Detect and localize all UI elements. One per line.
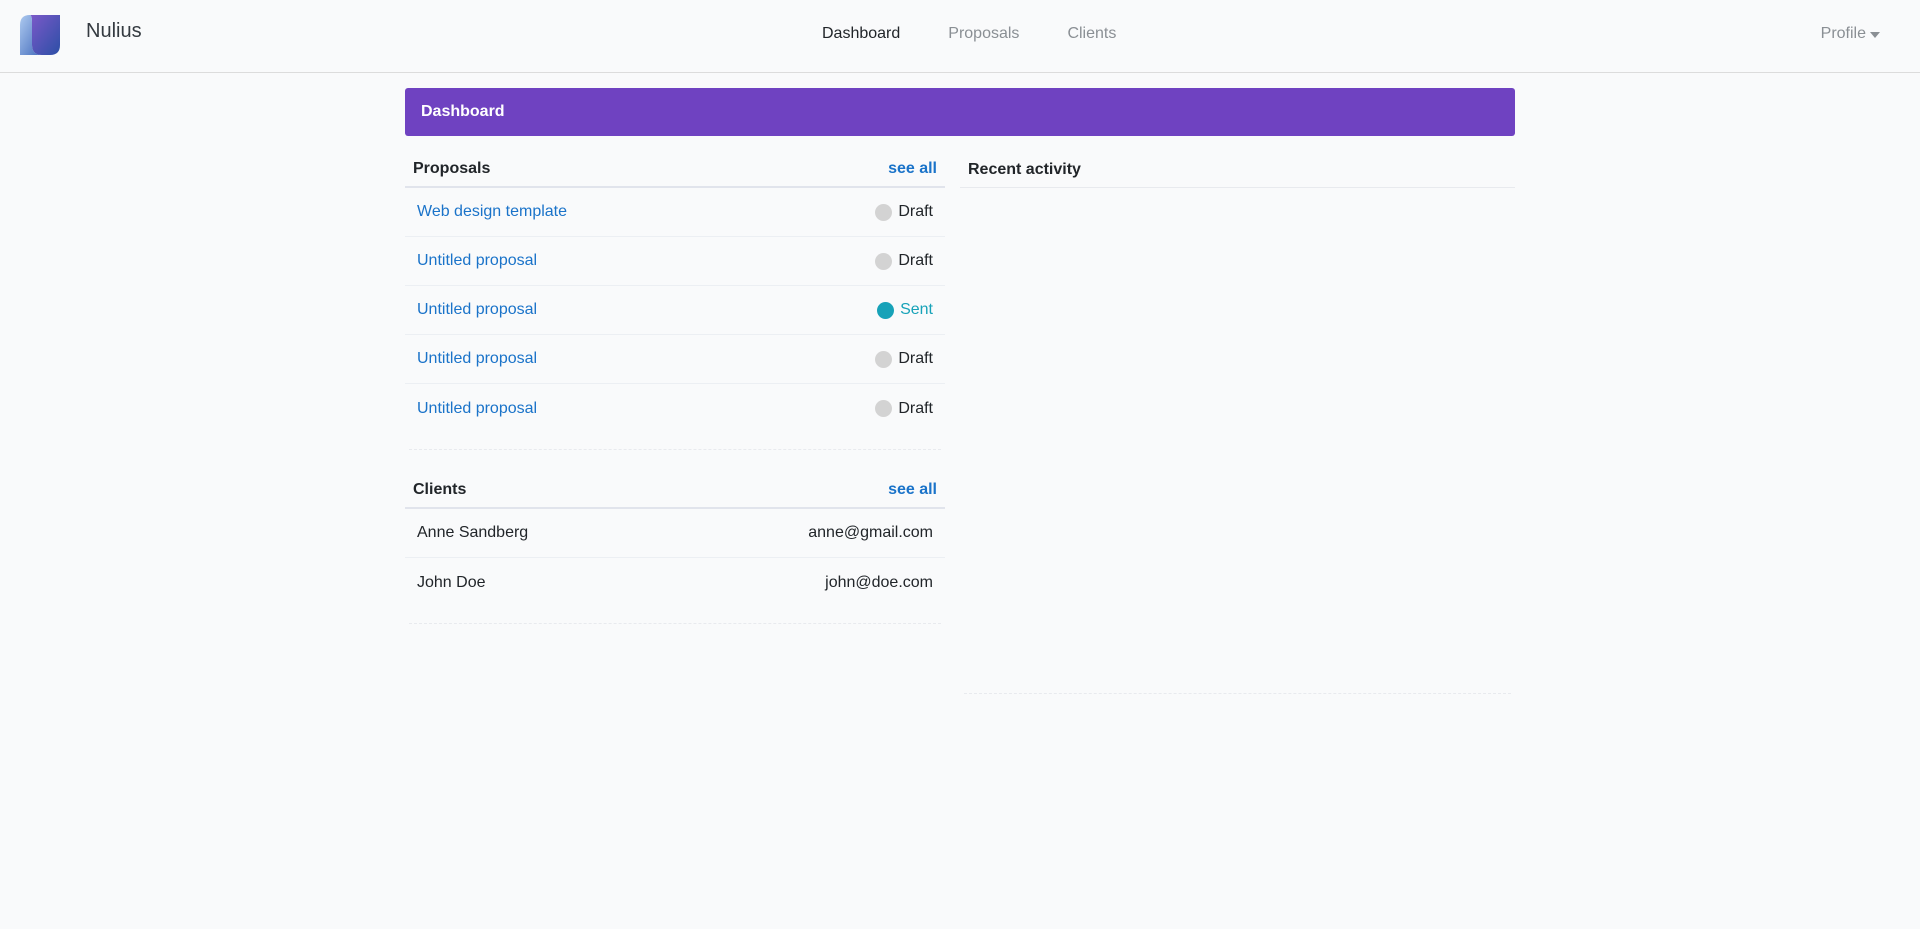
proposals-panel: Proposals see all Web design template Dr…: [405, 152, 945, 450]
main-nav: Dashboard Proposals Clients: [822, 25, 1116, 43]
proposals-see-all-link[interactable]: see all: [888, 160, 937, 178]
status-dot-icon: [875, 203, 893, 221]
status-dot-icon: [875, 252, 893, 270]
list-item: Untitled proposal Sent: [405, 286, 945, 335]
client-email: anne@gmail.com: [808, 524, 933, 541]
caret-down-icon: [1870, 31, 1880, 38]
nav-proposals[interactable]: Proposals: [948, 25, 1019, 43]
status-badge: Sent: [877, 301, 933, 319]
client-name: Anne Sandberg: [417, 524, 529, 541]
clients-list: Anne Sandberg anne@gmail.com John Doe jo…: [405, 509, 945, 623]
clients-see-all-link[interactable]: see all: [888, 481, 937, 499]
clients-panel: Clients see all Anne Sandberg anne@gmail…: [405, 473, 945, 624]
top-navbar: Nulius Dashboard Proposals Clients Profi…: [0, 0, 1920, 73]
recent-activity-panel: Recent activity: [960, 152, 1515, 694]
status-badge: Draft: [875, 252, 933, 270]
nulius-logo-icon[interactable]: [20, 15, 60, 55]
status-dot-icon: [875, 350, 893, 368]
panel-divider: [409, 449, 941, 450]
status-badge: Draft: [875, 400, 933, 418]
panel-divider: [409, 623, 941, 624]
status-label: Draft: [898, 252, 933, 269]
status-label: Sent: [900, 301, 933, 318]
banner-title: Dashboard: [421, 103, 505, 120]
list-item: Untitled proposal Draft: [405, 384, 945, 433]
list-item: Untitled proposal Draft: [405, 237, 945, 286]
proposals-header: Proposals see all: [405, 152, 945, 188]
status-dot-icon: [877, 301, 895, 319]
app-name[interactable]: Nulius: [86, 20, 142, 43]
list-item[interactable]: Anne Sandberg anne@gmail.com: [405, 509, 945, 558]
dashboard-banner: Dashboard: [405, 88, 1515, 136]
list-item: Web design template Draft: [405, 188, 945, 237]
status-badge: Draft: [875, 203, 933, 221]
list-item: Untitled proposal Draft: [405, 335, 945, 384]
proposals-title: Proposals: [413, 160, 491, 177]
clients-title: Clients: [413, 481, 467, 498]
status-label: Draft: [898, 203, 933, 220]
client-email: john@doe.com: [825, 573, 933, 591]
profile-label: Profile: [1820, 25, 1866, 42]
proposal-link[interactable]: Web design template: [417, 203, 567, 221]
status-badge: Draft: [875, 350, 933, 368]
activity-header: Recent activity: [960, 152, 1515, 188]
list-item[interactable]: John Doe john@doe.com: [405, 558, 945, 607]
status-dot-icon: [875, 400, 893, 417]
status-label: Draft: [898, 399, 933, 417]
activity-title: Recent activity: [968, 160, 1081, 178]
proposal-link[interactable]: Untitled proposal: [417, 301, 537, 319]
proposal-link[interactable]: Untitled proposal: [417, 400, 537, 418]
panel-divider: [964, 693, 1511, 694]
proposal-link[interactable]: Untitled proposal: [417, 252, 537, 270]
nav-clients[interactable]: Clients: [1067, 25, 1116, 43]
status-label: Draft: [898, 350, 933, 367]
nav-dashboard[interactable]: Dashboard: [822, 25, 900, 43]
client-name: John Doe: [417, 573, 486, 591]
proposal-link[interactable]: Untitled proposal: [417, 350, 537, 368]
clients-header: Clients see all: [405, 473, 945, 509]
activity-feed: [960, 188, 1515, 693]
profile-dropdown[interactable]: Profile: [1821, 25, 1880, 43]
proposals-list: Web design template Draft Untitled propo…: [405, 188, 945, 449]
